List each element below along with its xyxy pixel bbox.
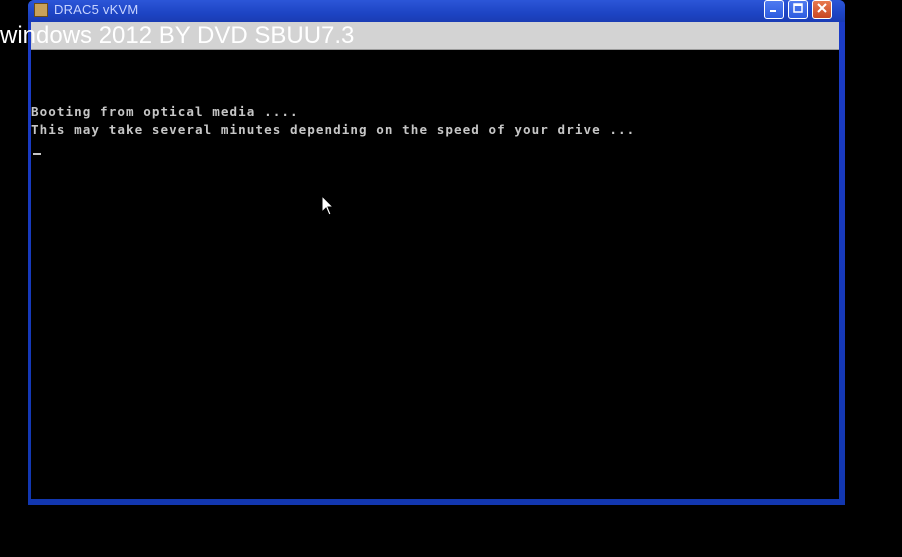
text-cursor	[33, 153, 41, 155]
maximize-button[interactable]	[788, 0, 808, 19]
screen: DRAC5 vKVM Booting from optical media ..…	[0, 0, 902, 557]
kvm-app-icon[interactable]	[34, 3, 48, 17]
console-line-wait: This may take several minutes depending …	[31, 122, 636, 137]
kvm-window: DRAC5 vKVM Booting from optical media ..…	[28, 0, 845, 505]
minimize-button[interactable]	[764, 0, 784, 19]
close-icon	[817, 3, 827, 16]
remote-console-screen[interactable]: Booting from optical media .... This may…	[31, 50, 839, 499]
window-titlebar[interactable]: DRAC5 vKVM	[28, 0, 845, 22]
close-button[interactable]	[812, 0, 832, 19]
window-title: DRAC5 vKVM	[54, 2, 139, 17]
minimize-icon	[769, 3, 779, 16]
video-caption-overlay: windows 2012 BY DVD SBUU7.3	[0, 22, 355, 49]
console-line-booting: Booting from optical media ....	[31, 104, 299, 119]
mouse-pointer-icon	[321, 194, 335, 217]
maximize-icon	[793, 3, 803, 16]
